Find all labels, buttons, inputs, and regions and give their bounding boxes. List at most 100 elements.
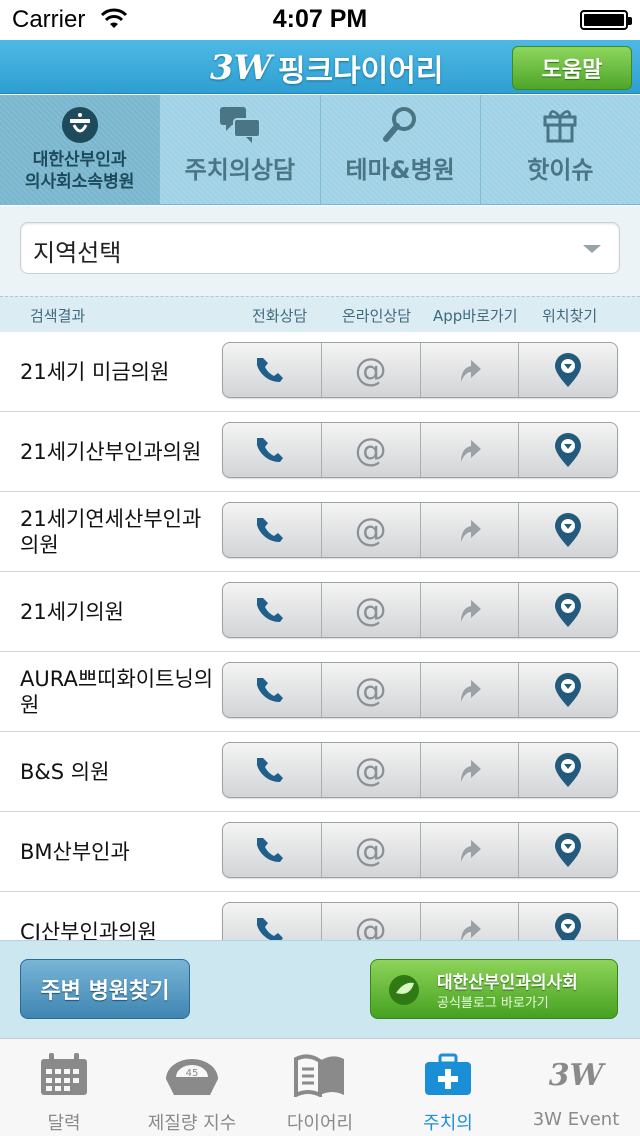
- location-pin-icon: [555, 673, 582, 707]
- bottom-tab-bar: 달력 45 제질량 지수 다이어리 주치의 3W 3W Event: [0, 1038, 640, 1136]
- phone-consult-button[interactable]: [223, 903, 322, 940]
- association-leaf-icon: [389, 975, 419, 1005]
- action-button-group: @: [222, 422, 618, 478]
- arrow-up-right-icon: [461, 360, 482, 382]
- tab-label: 주치의: [423, 1113, 473, 1134]
- online-consult-button[interactable]: @: [322, 583, 421, 637]
- list-item: BM산부인과 @: [0, 812, 640, 892]
- location-button[interactable]: [519, 903, 617, 940]
- phone-consult-button[interactable]: [223, 583, 322, 637]
- scale-icon: 45: [164, 1049, 220, 1101]
- app-shortcut-button[interactable]: [421, 423, 520, 477]
- clock: 4:07 PM: [272, 5, 368, 33]
- help-button[interactable]: 도움말: [512, 46, 632, 90]
- app-shortcut-button[interactable]: [421, 663, 520, 717]
- phone-consult-button[interactable]: [223, 343, 322, 397]
- column-phone: 전화상담: [252, 307, 308, 325]
- action-button-group: @: [222, 902, 618, 940]
- diary-book-icon: [292, 1049, 348, 1101]
- location-button[interactable]: [519, 503, 617, 557]
- result-column-header: 검색결과 전화상담 온라인상담 App바로가기 위치찾기: [0, 296, 640, 332]
- phone-icon: [256, 678, 283, 702]
- action-button-group: @: [222, 582, 618, 638]
- tab-association-hospitals[interactable]: 대한산부인과 의사회소속병원: [0, 95, 161, 204]
- arrow-up-right-icon: [461, 600, 482, 622]
- 3w-event-icon: 3W: [548, 1057, 604, 1093]
- phone-consult-button[interactable]: [223, 423, 322, 477]
- online-consult-button[interactable]: @: [322, 343, 421, 397]
- tab-hot-issue[interactable]: 핫이슈: [481, 95, 640, 204]
- region-select[interactable]: 지역선택: [20, 222, 620, 274]
- tab-diary[interactable]: 다이어리: [256, 1039, 384, 1136]
- arrow-up-right-icon: [461, 520, 482, 542]
- phone-consult-button[interactable]: [223, 823, 322, 877]
- app-shortcut-button[interactable]: [421, 743, 520, 797]
- at-sign-icon: @: [354, 751, 387, 789]
- action-button-group: @: [222, 502, 618, 558]
- location-pin-icon: [555, 513, 582, 547]
- online-consult-button[interactable]: @: [322, 423, 421, 477]
- app-shortcut-button[interactable]: [421, 503, 520, 557]
- location-button[interactable]: [519, 743, 617, 797]
- location-pin-icon: [555, 433, 582, 467]
- app-shortcut-button[interactable]: [421, 903, 520, 940]
- tab-bmi[interactable]: 45 제질량 지수: [128, 1039, 256, 1136]
- arrow-up-right-icon: [461, 920, 482, 940]
- column-result: 검색결과: [30, 307, 86, 325]
- phone-consult-button[interactable]: [223, 663, 322, 717]
- gift-box-icon: [538, 105, 582, 145]
- at-sign-icon: @: [354, 351, 387, 389]
- tab-label: 3W Event: [532, 1109, 620, 1130]
- category-tabs: 대한산부인과 의사회소속병원 주치의상담 테마&병원 핫이슈: [0, 95, 640, 205]
- svg-text:45: 45: [186, 1068, 199, 1079]
- hospital-list[interactable]: 21세기 미금의원 @ 21세기산부인과의원 @ 21세기연세산부인과의원 @ …: [0, 332, 640, 940]
- phone-icon: [256, 598, 283, 622]
- location-pin-icon: [555, 593, 582, 627]
- location-pin-icon: [555, 753, 582, 787]
- chevron-down-icon: [583, 245, 601, 253]
- calendar-icon: [36, 1049, 92, 1101]
- official-blog-button[interactable]: 대한산부인과의사회 공식블로그 바로가기: [370, 959, 618, 1019]
- list-item: CJ산부인과의원 @: [0, 892, 640, 940]
- online-consult-button[interactable]: @: [322, 823, 421, 877]
- app-shortcut-button[interactable]: [421, 583, 520, 637]
- location-button[interactable]: [519, 583, 617, 637]
- tab-3w-event[interactable]: 3W 3W Event: [512, 1039, 640, 1136]
- medical-kit-icon: [420, 1049, 476, 1101]
- phone-consult-button[interactable]: [223, 503, 322, 557]
- region-select-value: 지역선택: [33, 239, 122, 267]
- phone-icon: [256, 838, 283, 862]
- location-button[interactable]: [519, 423, 617, 477]
- tab-theme-hospital[interactable]: 테마&병원: [321, 95, 481, 204]
- hospital-name: 21세기의원: [20, 600, 125, 624]
- chat-bubbles-icon: [218, 105, 262, 145]
- status-bar: Carrier 4:07 PM: [0, 0, 640, 40]
- action-button-group: @: [222, 662, 618, 718]
- online-consult-button[interactable]: @: [322, 743, 421, 797]
- online-consult-button[interactable]: @: [322, 503, 421, 557]
- doctor-association-icon: [58, 105, 102, 145]
- tab-label: 제질량 지수: [147, 1113, 237, 1134]
- tab-doctor-consult[interactable]: 주치의상담: [160, 95, 321, 204]
- filter-area: 지역선택: [0, 206, 640, 296]
- column-location: 위치찾기: [542, 307, 598, 325]
- nearby-hospitals-button[interactable]: 주변 병원찾기: [20, 959, 190, 1019]
- online-consult-button[interactable]: @: [322, 663, 421, 717]
- online-consult-button[interactable]: @: [322, 903, 421, 940]
- app-shortcut-button[interactable]: [421, 343, 520, 397]
- app-shortcut-button[interactable]: [421, 823, 520, 877]
- tab-doctor[interactable]: 주치의: [384, 1039, 512, 1136]
- location-button[interactable]: [519, 663, 617, 717]
- logo-mark: 3W: [210, 48, 272, 88]
- phone-consult-button[interactable]: [223, 743, 322, 797]
- tab-calendar[interactable]: 달력: [0, 1039, 128, 1136]
- location-button[interactable]: [519, 343, 617, 397]
- at-sign-icon: @: [354, 511, 387, 549]
- hospital-name: AURA쁘띠화이트닝의원: [20, 667, 214, 717]
- location-button[interactable]: [519, 823, 617, 877]
- phone-icon: [256, 918, 283, 940]
- list-item: 21세기연세산부인과의원 @: [0, 492, 640, 572]
- arrow-up-right-icon: [461, 680, 482, 702]
- hospital-name: 21세기산부인과의원: [20, 440, 202, 464]
- arrow-up-right-icon: [461, 840, 482, 862]
